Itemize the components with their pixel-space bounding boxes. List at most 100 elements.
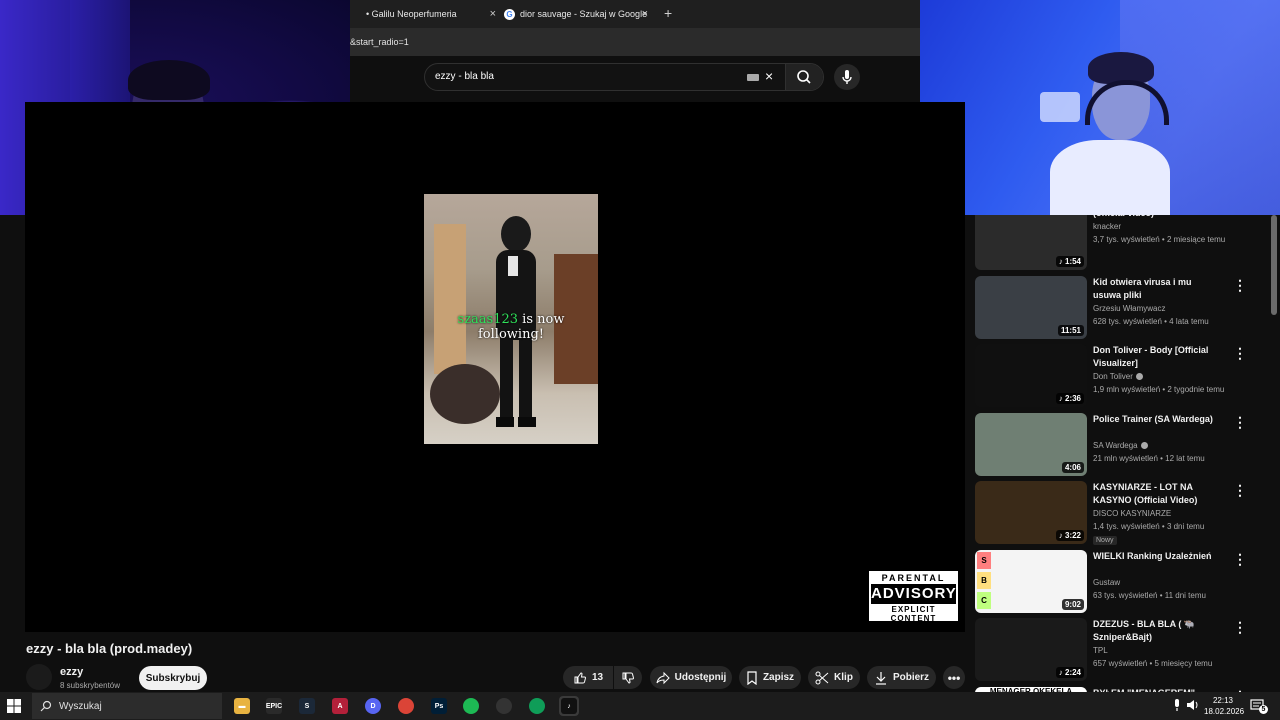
chrome-1-icon[interactable] bbox=[396, 696, 416, 716]
steam-icon[interactable]: S bbox=[297, 696, 317, 716]
tab-close-icon[interactable]: × bbox=[490, 8, 496, 20]
notifications-button[interactable]: 5 bbox=[1250, 698, 1268, 714]
video-thumbnail[interactable]: ♪ 3:22 bbox=[975, 481, 1087, 544]
download-button[interactable]: Pobierz bbox=[867, 666, 936, 689]
recommendation-item[interactable]: 4:06 Police Trainer (SA Wardega) SA Wardeg… bbox=[975, 412, 1265, 477]
video-thumbnail[interactable]: ♪ 1:54 bbox=[975, 215, 1087, 270]
recommendation-item[interactable]: S B C 9:02 WIELKI Ranking Uzależnień Gustaw 63… bbox=[975, 549, 1265, 614]
recommendation-title[interactable]: Don Toliver - Body [Official Visualizer] bbox=[1093, 344, 1221, 370]
adobe-app-icon[interactable]: A bbox=[330, 696, 350, 716]
share-icon bbox=[656, 671, 670, 684]
recommendation-title[interactable]: DZEZUS - BLA BLA ( 🐃 Szniper&Bajt) bbox=[1093, 618, 1221, 644]
clear-search-icon[interactable]: × bbox=[765, 68, 773, 84]
channel-name: Don Toliver bbox=[1093, 372, 1133, 381]
recommendation-item[interactable]: 11:51 Kid otwiera virusa i mu usuwa pliki… bbox=[975, 275, 1265, 340]
duration-badge: ♪ 1:54 bbox=[1055, 256, 1084, 267]
more-actions-button[interactable]: ••• bbox=[943, 666, 965, 689]
more-options-icon[interactable]: ⋮ bbox=[1233, 278, 1247, 292]
spotify-icon[interactable] bbox=[461, 696, 481, 716]
more-options-icon[interactable]: ⋮ bbox=[1233, 483, 1247, 497]
more-options-icon[interactable]: ⋮ bbox=[1233, 620, 1247, 634]
recommendation-item[interactable]: ♪ 1:54 (official video) knacker 3,7 tys. wy… bbox=[975, 215, 1265, 271]
dislike-button[interactable] bbox=[614, 666, 642, 689]
tab-google-search[interactable]: G dior sauvage - Szukaj w Google × bbox=[504, 3, 652, 25]
recommendation-channel[interactable]: DISCO KASYNIARZE bbox=[1093, 509, 1171, 518]
discord-icon[interactable]: D bbox=[363, 696, 383, 716]
epic-games-glyph: EPIC bbox=[266, 698, 282, 714]
address-text: &start_radio=1 bbox=[350, 37, 409, 47]
channel-avatar[interactable] bbox=[26, 664, 52, 690]
steam-glyph: S bbox=[299, 698, 315, 714]
more-options-icon[interactable]: ⋮ bbox=[1233, 346, 1247, 360]
duration-badge: 9:02 bbox=[1061, 598, 1084, 610]
channel-name: TPL bbox=[1093, 646, 1108, 655]
save-button[interactable]: Zapisz bbox=[739, 666, 801, 689]
tab-galilu[interactable]: • Galilu Neoperfumeria × bbox=[352, 3, 500, 25]
voice-search-button[interactable] bbox=[834, 64, 860, 90]
chrome-2-glyph bbox=[529, 698, 545, 714]
recommendation-title[interactable]: Kid otwiera virusa i mu usuwa pliki bbox=[1093, 276, 1221, 302]
more-options-icon[interactable]: ⋮ bbox=[1233, 415, 1247, 429]
like-button[interactable]: 13 bbox=[563, 666, 613, 689]
recommendation-channel[interactable]: SA Wardega bbox=[1093, 441, 1148, 450]
epic-games-icon[interactable]: EPIC bbox=[264, 696, 284, 716]
channel-name[interactable]: ezzy bbox=[60, 666, 83, 678]
recommendation-channel[interactable]: Grzesiu Włamywacz bbox=[1093, 304, 1165, 313]
recommendation-channel[interactable]: Don Toliver bbox=[1093, 372, 1143, 381]
subscribe-button[interactable]: Subskrybuj bbox=[139, 666, 207, 690]
tab-label: dior sauvage - Szukaj w Google bbox=[520, 9, 648, 19]
system-clock[interactable]: 22:13 18.02.2026 bbox=[1204, 695, 1244, 717]
recommendation-meta: 1,4 tys. wyświetleń • 3 dni temu bbox=[1093, 522, 1205, 531]
recommendation-meta: 628 tys. wyświetleń • 4 lata temu bbox=[1093, 316, 1209, 326]
volume-icon[interactable] bbox=[1186, 699, 1200, 711]
recommendation-item[interactable]: ♪ 2:24 DZEZUS - BLA BLA ( 🐃 Szniper&Bajt)… bbox=[975, 618, 1265, 682]
new-tab-button[interactable]: + bbox=[664, 5, 672, 21]
recommendation-item[interactable]: ♪ 2:36 Don Toliver - Body [Official Visua… bbox=[975, 344, 1265, 408]
tiktok-icon[interactable]: ♪ bbox=[559, 696, 579, 716]
taskbar-search[interactable]: Wyszukaj bbox=[32, 693, 222, 719]
recommendation-title[interactable]: WIELKI Ranking Uzależnień bbox=[1093, 550, 1221, 563]
advisory-bottom: EXPLICIT CONTENT bbox=[890, 605, 937, 623]
duration-badge: ♪ 2:36 bbox=[1055, 393, 1084, 404]
keyboard-icon[interactable] bbox=[747, 74, 759, 81]
address-bar[interactable]: &start_radio=1 bbox=[350, 28, 920, 56]
parental-advisory-logo: PARENTAL ADVISORY EXPLICIT CONTENT bbox=[869, 571, 958, 623]
recommendation-channel[interactable]: TPL bbox=[1093, 646, 1108, 655]
clip-button[interactable]: Klip bbox=[808, 666, 860, 689]
bookmark-icon bbox=[747, 670, 757, 685]
share-button[interactable]: Udostępnij bbox=[650, 666, 732, 689]
chrome-2-icon[interactable] bbox=[527, 696, 547, 716]
recommendation-title[interactable]: Police Trainer (SA Wardega) bbox=[1093, 413, 1221, 426]
search-box[interactable]: ezzy - bla bla × bbox=[424, 63, 824, 91]
shelf bbox=[1040, 92, 1080, 122]
search-button[interactable] bbox=[786, 64, 823, 90]
recommendation-channel[interactable]: Gustaw bbox=[1093, 578, 1120, 587]
obs-icon[interactable] bbox=[494, 696, 514, 716]
photoshop-icon[interactable]: Ps bbox=[429, 696, 449, 716]
search-input[interactable]: ezzy - bla bla bbox=[435, 71, 494, 82]
recommendation-item[interactable]: ♪ 3:22 KASYNIARZE - LOT NA KASYNO (Offici… bbox=[975, 481, 1265, 545]
microphone-icon[interactable] bbox=[1172, 698, 1182, 712]
scrollbar[interactable] bbox=[1271, 215, 1277, 315]
verified-icon bbox=[1140, 441, 1148, 449]
video-thumbnail[interactable]: 4:06 bbox=[975, 412, 1087, 476]
tiktok-glyph: ♪ bbox=[561, 698, 577, 714]
video-thumbnail[interactable]: S B C 9:02 bbox=[975, 549, 1087, 613]
tab-close-icon[interactable]: × bbox=[642, 8, 648, 20]
video-thumbnail[interactable]: ♪ 2:24 bbox=[975, 618, 1087, 681]
video-thumbnail[interactable]: 11:51 bbox=[975, 275, 1087, 339]
save-label: Zapisz bbox=[762, 672, 795, 683]
chrome-1-glyph bbox=[398, 698, 414, 714]
windows-taskbar: Wyszukaj ▬ EPIC S A D Ps ♪ bbox=[0, 692, 1280, 720]
file-explorer-icon[interactable]: ▬ bbox=[232, 696, 252, 716]
recommendation-channel[interactable]: knacker bbox=[1093, 222, 1121, 231]
recommendation-title[interactable]: (official video) bbox=[1093, 215, 1221, 220]
tier-label: S bbox=[977, 551, 991, 569]
windows-start-icon[interactable] bbox=[6, 698, 22, 714]
recommendation-title[interactable]: KASYNIARZE - LOT NA KASYNO (Official Vid… bbox=[1093, 481, 1221, 507]
clip-label: Klip bbox=[834, 672, 853, 683]
tab-strip: • Galilu Neoperfumeria × G dior sauvage … bbox=[350, 0, 920, 28]
spotify-glyph bbox=[463, 698, 479, 714]
more-options-icon[interactable]: ⋮ bbox=[1233, 552, 1247, 566]
video-thumbnail[interactable]: ♪ 2:36 bbox=[975, 344, 1087, 407]
